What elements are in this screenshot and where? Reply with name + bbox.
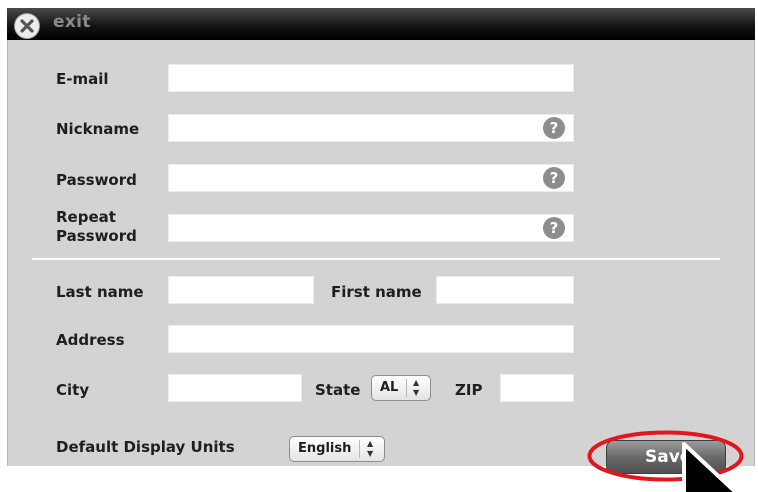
password-label: Password — [56, 171, 137, 189]
last-name-field[interactable] — [168, 276, 314, 304]
last-name-label: Last name — [56, 283, 144, 301]
city-label: City — [56, 381, 90, 399]
state-label: State — [315, 381, 361, 399]
title-bar — [7, 8, 755, 40]
zip-label: ZIP — [455, 381, 483, 399]
email-label: E-mail — [56, 70, 109, 88]
display-units-select[interactable]: English ▲ ▼ — [289, 436, 385, 462]
exit-label[interactable]: exit — [53, 12, 91, 32]
password-help-icon[interactable]: ? — [543, 167, 565, 189]
display-units-label: Default Display Units — [56, 438, 235, 456]
up-down-arrows-icon: ▲ ▼ — [413, 378, 420, 397]
display-units-select-separator — [359, 440, 360, 458]
nickname-label: Nickname — [56, 120, 140, 138]
repeat-password-help-icon[interactable]: ? — [543, 217, 565, 239]
email-field[interactable] — [168, 64, 574, 92]
repeat-password-label-line2: Password — [56, 227, 137, 245]
repeat-password-label: Repeat Password — [56, 208, 137, 246]
repeat-password-field[interactable] — [168, 214, 574, 242]
state-select-value: AL — [380, 380, 399, 395]
address-field[interactable] — [168, 325, 574, 353]
first-name-field[interactable] — [436, 276, 574, 304]
up-down-arrows-icon: ▲ ▼ — [367, 439, 374, 458]
city-field[interactable] — [168, 374, 302, 402]
nickname-help-icon[interactable]: ? — [543, 117, 565, 139]
display-units-select-value: English — [298, 441, 352, 456]
repeat-password-label-line1: Repeat — [56, 208, 116, 226]
state-select-separator — [406, 379, 407, 397]
zip-field[interactable] — [500, 374, 574, 402]
close-icon — [20, 19, 34, 33]
password-field[interactable] — [168, 164, 574, 192]
nickname-field[interactable] — [168, 114, 574, 142]
state-select[interactable]: AL ▲ ▼ — [371, 375, 431, 401]
address-label: Address — [56, 331, 125, 349]
first-name-label: First name — [331, 283, 422, 301]
close-button[interactable] — [14, 13, 40, 39]
mouse-pointer-icon — [682, 442, 739, 492]
section-divider — [32, 258, 720, 260]
